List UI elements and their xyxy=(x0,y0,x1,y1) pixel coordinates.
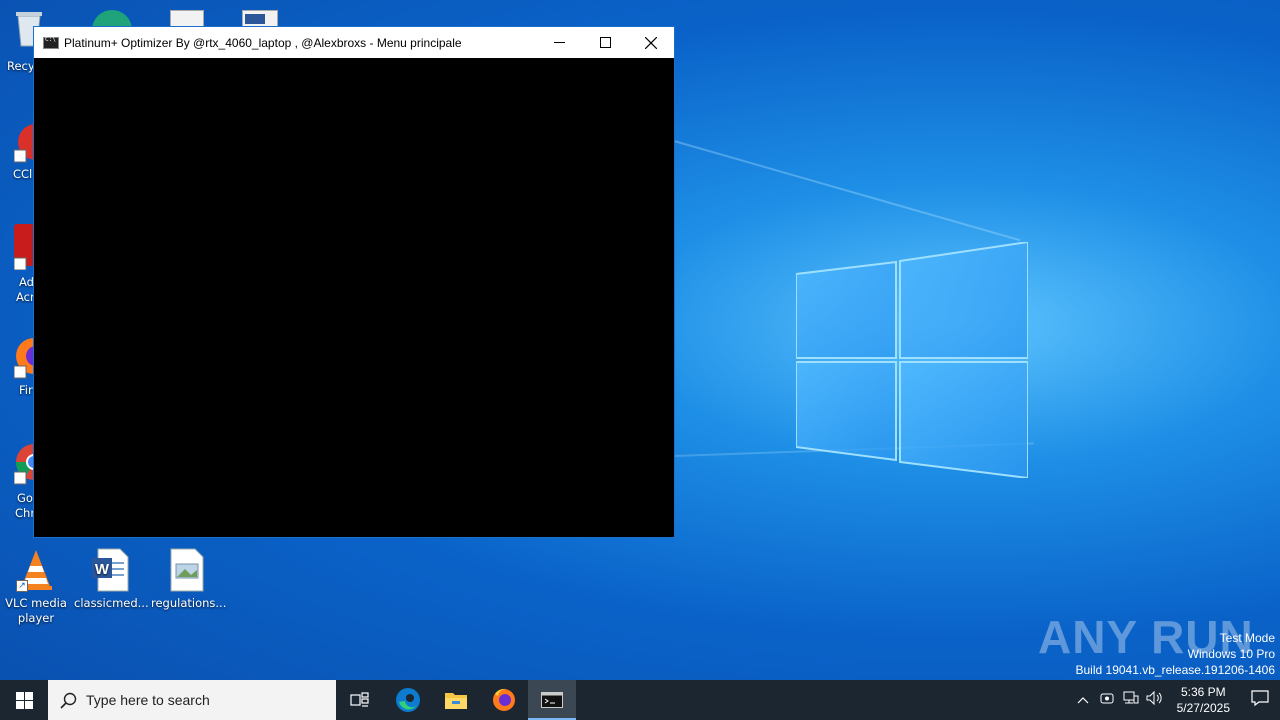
taskbar: Type here to search 5:36 PM 5/27/2025 xyxy=(0,680,1280,720)
partial-label: Go xyxy=(17,491,33,505)
windows-start-icon xyxy=(15,691,33,709)
desktop-icon-regulations[interactable]: regulations... xyxy=(151,548,227,611)
desktop-icon-vlc[interactable]: ↗ VLC media player xyxy=(0,548,72,626)
partial-label: Recy xyxy=(7,59,35,73)
shortcut-arrow-icon: ↗ xyxy=(16,580,28,592)
watermark-line: Build 19041.vb_release.191206-1406 xyxy=(1075,663,1276,677)
svg-text:W: W xyxy=(95,561,110,578)
edge-icon xyxy=(92,10,132,28)
word-document-icon: W xyxy=(92,548,129,592)
windows-logo-wallpaper xyxy=(796,242,1028,478)
test-mode-watermark: Test Mode Windows 10 Pro Build 19041.vb_… xyxy=(1076,630,1276,678)
edge-icon xyxy=(396,688,420,712)
folder-icon xyxy=(445,693,467,709)
volume-icon[interactable] xyxy=(1143,690,1167,709)
start-button[interactable] xyxy=(0,680,48,720)
network-icon[interactable] xyxy=(1119,691,1143,709)
search-icon xyxy=(60,692,77,709)
maximize-icon xyxy=(599,37,611,48)
notification-icon xyxy=(1251,690,1269,707)
minimize-button[interactable] xyxy=(536,27,582,58)
partial-label: Fir xyxy=(19,383,33,397)
watermark-line: Windows 10 Pro xyxy=(1187,647,1275,661)
clock-time: 5:36 PM xyxy=(1180,685,1226,699)
search-placeholder: Type here to search xyxy=(86,692,210,708)
partial-label: CCl xyxy=(13,167,33,181)
partial-label: Acr xyxy=(16,290,35,304)
task-view-button[interactable] xyxy=(336,680,384,720)
desktop-icon-classicmed[interactable]: W classicmed... xyxy=(74,548,149,611)
task-view-icon xyxy=(350,692,369,707)
close-button[interactable] xyxy=(628,27,674,58)
action-center-button[interactable] xyxy=(1240,690,1280,710)
firefox-icon xyxy=(493,688,515,711)
system-tray: 5:36 PM 5/27/2025 xyxy=(1071,680,1280,720)
taskbar-edge[interactable] xyxy=(384,680,432,720)
desktop-icon-label: regulations... xyxy=(151,596,227,610)
taskbar-search-box[interactable]: Type here to search xyxy=(48,680,336,720)
command-prompt-icon xyxy=(541,692,563,708)
taskbar-clock[interactable]: 5:36 PM 5/27/2025 xyxy=(1167,684,1240,716)
window-title: Platinum+ Optimizer By @rtx_4060_laptop … xyxy=(64,35,462,50)
word-icon xyxy=(245,14,265,24)
minimize-icon xyxy=(553,42,565,43)
clock-date: 5/27/2025 xyxy=(1176,701,1230,715)
desktop-icon-edge-top[interactable] xyxy=(88,6,136,28)
watermark-line: Test Mode xyxy=(1219,631,1275,645)
desktop-icon-label: classicmed... xyxy=(74,596,149,610)
wallpaper-light-beam xyxy=(673,140,1021,242)
console-output-area[interactable] xyxy=(34,58,674,537)
window-titlebar[interactable]: Platinum+ Optimizer By @rtx_4060_laptop … xyxy=(34,27,674,58)
desktop-icon-label: VLC media player xyxy=(5,596,67,625)
maximize-button[interactable] xyxy=(582,27,628,58)
console-app-icon xyxy=(43,36,59,49)
meet-now-icon[interactable] xyxy=(1095,691,1119,709)
chevron-up-icon[interactable] xyxy=(1071,693,1095,708)
taskbar-console[interactable] xyxy=(528,680,576,720)
taskbar-firefox[interactable] xyxy=(480,680,528,720)
partial-label: Ad xyxy=(19,275,34,289)
image-file-icon xyxy=(170,548,204,592)
close-icon xyxy=(645,36,657,49)
taskbar-file-explorer[interactable] xyxy=(432,680,480,720)
console-window[interactable]: Platinum+ Optimizer By @rtx_4060_laptop … xyxy=(33,26,675,538)
